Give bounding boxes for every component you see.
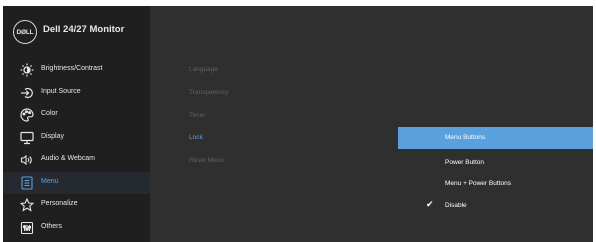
sidebar-item-label: Menu xyxy=(41,177,59,185)
sidebar: DØLL Dell 24/27 Monitor Brightness/Contr… xyxy=(3,6,150,242)
sidebar-item-input-source[interactable]: Input Source xyxy=(3,82,150,105)
sidebar-item-audio-webcam[interactable]: Audio & Webcam xyxy=(3,149,150,172)
checkmark-icon: ✔ xyxy=(426,199,434,209)
sidebar-item-label: Personalize xyxy=(41,200,78,207)
monitor-osd: DØLL Dell 24/27 Monitor Brightness/Contr… xyxy=(3,6,593,242)
osd-header: DØLL Dell 24/27 Monitor xyxy=(3,6,150,54)
submenu-item-transparency[interactable]: Transparency xyxy=(189,89,229,96)
sidebar-item-label: Others xyxy=(41,222,63,230)
sidebar-item-color[interactable]: Color xyxy=(3,104,150,127)
option-power-button[interactable]: Power Button xyxy=(398,152,593,174)
option-label: Power Button xyxy=(445,159,485,166)
option-label: Menu + Power Buttons xyxy=(445,180,511,187)
sidebar-item-display[interactable]: Display xyxy=(3,127,150,150)
monitor-title: Dell 24/27 Monitor xyxy=(43,24,125,35)
sidebar-item-label: Color xyxy=(41,110,58,117)
option-menu-power-buttons[interactable]: Menu + Power Buttons xyxy=(398,173,593,195)
option-disable[interactable]: ✔ Disable xyxy=(398,195,593,217)
submenu-item-reset-menu[interactable]: Reset Menu xyxy=(189,157,224,164)
sidebar-item-label: Display xyxy=(41,132,64,140)
option-menu-buttons[interactable]: Menu Buttons xyxy=(398,127,593,149)
submenu-item-lock[interactable]: Lock xyxy=(189,134,203,141)
sidebar-item-menu[interactable]: Menu xyxy=(3,171,150,194)
color-icon xyxy=(20,108,34,122)
display-icon xyxy=(20,131,34,145)
submenu-item-language[interactable]: Language xyxy=(189,66,218,73)
submenu-item-timer[interactable]: Timer xyxy=(189,112,205,119)
sidebar-item-personalize[interactable]: Personalize xyxy=(3,194,150,217)
others-icon xyxy=(20,221,34,235)
sidebar-item-others[interactable]: Others xyxy=(3,217,150,240)
sidebar-item-label: Audio & Webcam xyxy=(41,155,95,162)
brightness-icon xyxy=(20,63,34,77)
option-label: Menu Buttons xyxy=(445,134,486,141)
audio-icon xyxy=(20,153,34,167)
star-icon xyxy=(20,198,34,212)
sidebar-item-label: Brightness/Contrast xyxy=(41,65,103,72)
menu-icon xyxy=(20,175,34,190)
sidebar-item-label: Input Source xyxy=(41,87,81,95)
sidebar-nav: Brightness/Contrast Input Source Color D… xyxy=(3,59,150,239)
option-label: Disable xyxy=(445,202,467,209)
dell-logo: DØLL xyxy=(13,20,37,44)
sidebar-item-brightness-contrast[interactable]: Brightness/Contrast xyxy=(3,59,150,82)
input-source-icon xyxy=(20,86,34,100)
